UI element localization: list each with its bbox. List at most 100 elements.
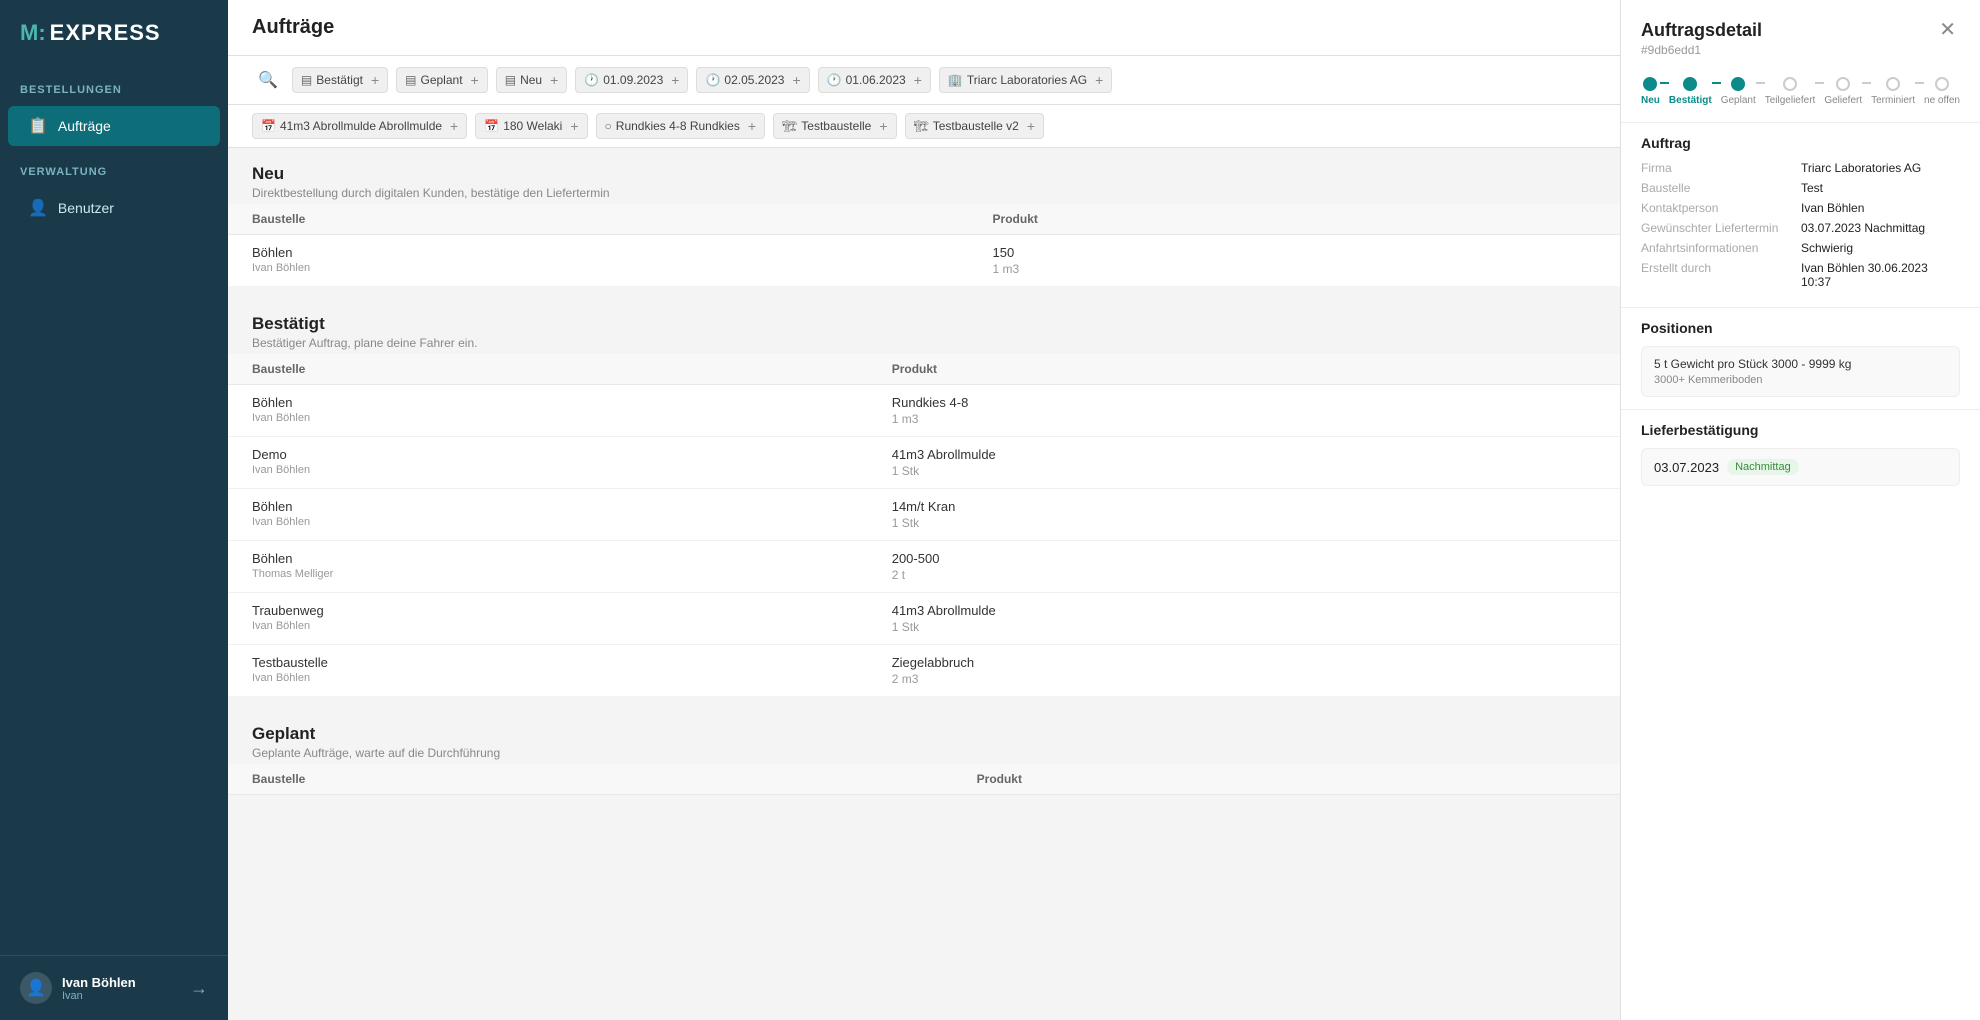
step-geliefert: Geliefert (1824, 77, 1862, 106)
sidebar-item-benutzer[interactable]: 👤 Benutzer (8, 188, 220, 228)
chip-label-testbaustelle1: Testbaustelle (801, 119, 871, 133)
section-neu-subtitle: Direktbestellung durch digitalen Kunden,… (252, 186, 1596, 200)
filter-chip-welaki[interactable]: 📅 180 Welaki + (475, 113, 587, 139)
step-dot-terminiert (1886, 77, 1900, 91)
section-bestaetigt-subtitle: Bestätiger Auftrag, plane deine Fahrer e… (252, 336, 1596, 350)
table-row[interactable]: Böhlen Ivan Böhlen 14m/t Kran 1 Stk (228, 489, 1620, 541)
section-geplant-title: Geplant (252, 724, 1596, 744)
step-connector-2 (1712, 82, 1721, 84)
step-bestaetigt: Bestätigt (1669, 77, 1712, 106)
step-connector-6 (1915, 82, 1924, 84)
table-geplant: Baustelle Produkt (228, 764, 1620, 795)
section-neu-header: Neu Direktbestellung durch digitalen Kun… (228, 148, 1620, 204)
col-baustelle-neu: Baustelle (228, 204, 969, 235)
step-dot-bestaetigt (1683, 77, 1697, 91)
filter-chip-testbaustelle1[interactable]: 🏗 Testbaustelle + (773, 113, 896, 139)
logout-icon[interactable]: → (190, 978, 208, 999)
position-card-title: 5 t Gewicht pro Stück 3000 - 9999 kg (1654, 357, 1947, 371)
chip-icon-bestaetigt: ▤ (301, 73, 312, 87)
filter-chip-bestaetigt[interactable]: ▤ Bestätigt + (292, 67, 388, 93)
chip-icon-geplant: ▤ (405, 73, 416, 87)
search-icon[interactable]: 🔍 (252, 66, 284, 94)
sidebar-item-benutzer-label: Benutzer (58, 200, 114, 216)
delivery-card: 03.07.2023 Nachmittag (1641, 448, 1960, 486)
chip-icon-abrollmulde: 📅 (261, 119, 276, 133)
page-title: Aufträge (252, 16, 1596, 39)
chip-label-company: Triarc Laboratories AG (967, 73, 1087, 87)
detail-title: Auftragsdetail (1641, 20, 1762, 41)
step-teilgeliefert: Teilgeliefert (1765, 77, 1816, 106)
step-terminiert: Terminiert (1871, 77, 1915, 106)
col-produkt-geplant: Produkt (953, 764, 1620, 795)
detail-value-erstellt: Ivan Böhlen 30.06.2023 10:37 (1801, 261, 1960, 289)
step-geplant: Geplant (1721, 77, 1756, 106)
cell-baustelle: Böhlen Ivan Böhlen (228, 489, 868, 541)
table-row[interactable]: Testbaustelle Ivan Böhlen Ziegelabbruch … (228, 645, 1620, 697)
sidebar-section-bestellungen: Bestellungen (0, 66, 228, 104)
detail-positionen-title: Positionen (1641, 320, 1960, 336)
sidebar-user: 👤 Ivan Böhlen Ivan (20, 972, 136, 1004)
cell-baustelle: Böhlen Ivan Böhlen (228, 385, 868, 437)
filter-chip-geplant[interactable]: ▤ Geplant + (396, 67, 488, 93)
filters-bar-1: 🔍 ▤ Bestätigt + ▤ Geplant + ▤ Neu + 🕐 01… (228, 56, 1620, 105)
detail-row-erstellt: Erstellt durch Ivan Böhlen 30.06.2023 10… (1641, 261, 1960, 289)
step-label-ne-offen: ne offen (1924, 95, 1960, 106)
chip-label-rundkies: Rundkies 4-8 Rundkies (616, 119, 740, 133)
chip-icon-welaki: 📅 (484, 119, 499, 133)
filter-chip-abrollmulde[interactable]: 📅 41m3 Abrollmulde Abrollmulde + (252, 113, 467, 139)
detail-header: Auftragsdetail #9db6edd1 ✕ (1621, 0, 1980, 65)
chip-icon-rundkies: ○ (605, 119, 612, 133)
detail-label-kontakt: Kontaktperson (1641, 201, 1801, 215)
chip-icon-testbaustelle2: 🏗 (914, 119, 929, 133)
detail-label-baustelle: Baustelle (1641, 181, 1801, 195)
position-card-sub: 3000+ Kemmeriboden (1654, 374, 1947, 386)
table-row[interactable]: Böhlen Ivan Böhlen 150 1 m3 (228, 235, 1620, 287)
benutzer-icon: 👤 (28, 198, 48, 218)
table-row[interactable]: Traubenweg Ivan Böhlen 41m3 Abrollmulde … (228, 593, 1620, 645)
detail-row-liefertermin: Gewünschter Liefertermin 03.07.2023 Nach… (1641, 221, 1960, 235)
table-bestaetigt: Baustelle Produkt Böhlen Ivan Böhlen Run… (228, 354, 1620, 696)
cell-produkt: 150 1 m3 (969, 235, 1620, 287)
sidebar: M: EXPRESS Bestellungen 📋 Aufträge Verwa… (0, 0, 228, 1020)
chip-label-date3: 01.06.2023 (846, 73, 906, 87)
sidebar-bottom: 👤 Ivan Böhlen Ivan → (0, 955, 228, 1020)
detail-row-anfahrt: Anfahrtsinformationen Schwierig (1641, 241, 1960, 255)
table-row[interactable]: Böhlen Thomas Melliger 200-500 2 t (228, 541, 1620, 593)
filter-chip-testbaustelle2[interactable]: 🏗 Testbaustelle v2 + (905, 113, 1044, 139)
filter-chip-company[interactable]: 🏢 Triarc Laboratories AG + (939, 67, 1112, 93)
cell-baustelle: Böhlen Ivan Böhlen (228, 235, 969, 287)
filter-chip-date2[interactable]: 🕐 02.05.2023 + (696, 67, 809, 93)
chip-icon-company: 🏢 (948, 73, 963, 87)
position-card: 5 t Gewicht pro Stück 3000 - 9999 kg 300… (1641, 346, 1960, 397)
step-ne-offen: ne offen (1924, 77, 1960, 106)
sidebar-item-auftraege[interactable]: 📋 Aufträge (8, 106, 220, 146)
close-button[interactable]: ✕ (1935, 20, 1960, 40)
chip-icon-date2: 🕐 (705, 73, 720, 87)
filter-chip-date3[interactable]: 🕐 01.06.2023 + (818, 67, 931, 93)
table-row[interactable]: Demo Ivan Böhlen 41m3 Abrollmulde 1 Stk (228, 437, 1620, 489)
cell-baustelle: Demo Ivan Böhlen (228, 437, 868, 489)
section-geplant: Geplant Geplante Aufträge, warte auf die… (228, 708, 1620, 795)
table-row[interactable]: Böhlen Ivan Böhlen Rundkies 4-8 1 m3 (228, 385, 1620, 437)
section-bestaetigt-header: Bestätigt Bestätiger Auftrag, plane dein… (228, 298, 1620, 354)
stepper: Neu Bestätigt Geplant Teilgeliefert Geli… (1621, 65, 1980, 122)
step-dot-neu (1643, 77, 1657, 91)
filter-chip-neu[interactable]: ▤ Neu + (496, 67, 568, 93)
logo-text: EXPRESS (50, 20, 161, 46)
filters-bar-2: 📅 41m3 Abrollmulde Abrollmulde + 📅 180 W… (228, 105, 1620, 148)
step-label-neu: Neu (1641, 95, 1660, 106)
section-bestaetigt: Bestätigt Bestätiger Auftrag, plane dein… (228, 298, 1620, 696)
step-label-bestaetigt: Bestätigt (1669, 95, 1712, 106)
chip-icon-neu: ▤ (505, 73, 516, 87)
user-avatar: 👤 (20, 972, 52, 1004)
logo-icon: M: (20, 20, 46, 46)
chip-icon-date3: 🕐 (827, 73, 842, 87)
step-connector-3 (1756, 82, 1765, 84)
filter-chip-date1[interactable]: 🕐 01.09.2023 + (575, 67, 688, 93)
cell-produkt: Rundkies 4-8 1 m3 (868, 385, 1620, 437)
user-name: Ivan Böhlen (62, 975, 136, 990)
step-dot-geplant (1731, 77, 1745, 91)
filter-chip-rundkies[interactable]: ○ Rundkies 4-8 Rundkies + (596, 113, 766, 139)
section-geplant-header: Geplant Geplante Aufträge, warte auf die… (228, 708, 1620, 764)
chip-label-welaki: 180 Welaki (503, 119, 562, 133)
